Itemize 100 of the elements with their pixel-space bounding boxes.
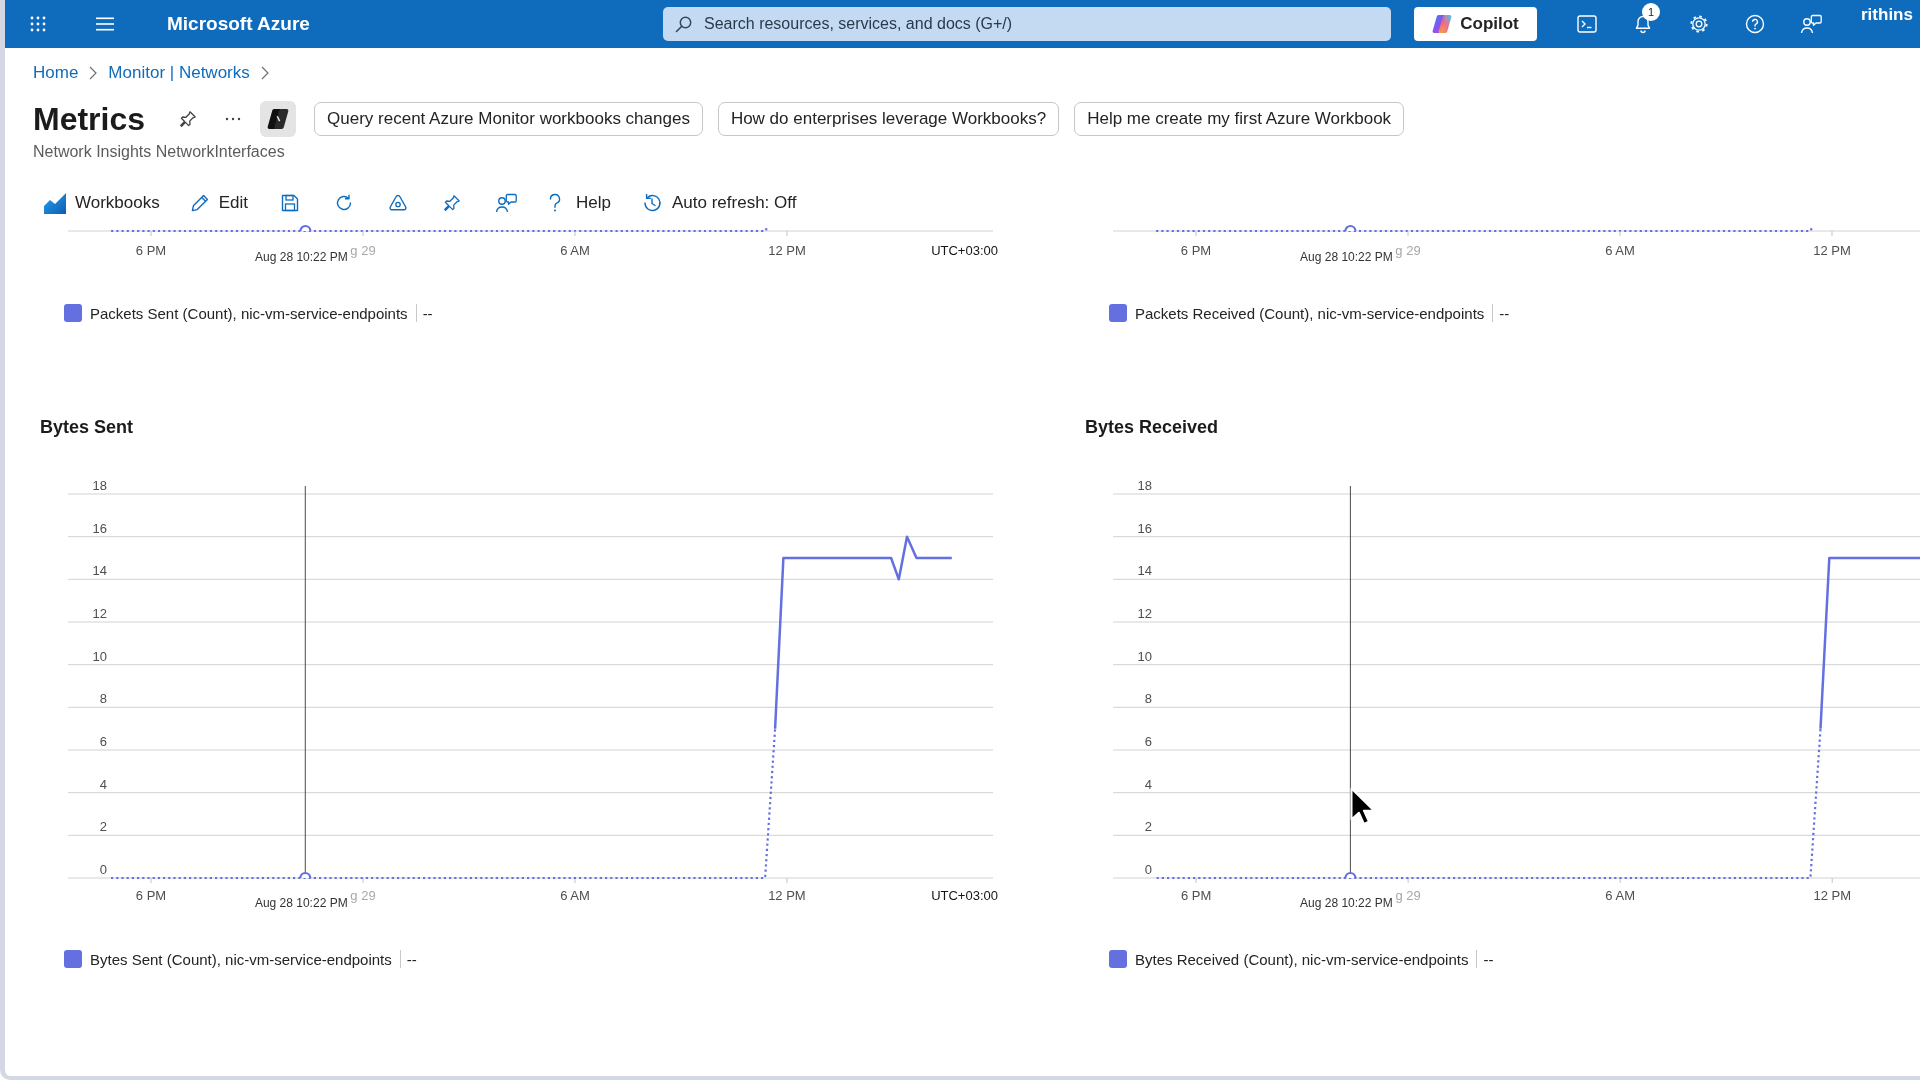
axis-label: 4: [99, 776, 107, 792]
ellipsis-icon: [225, 117, 242, 121]
notifications-button[interactable]: 1: [1623, 4, 1663, 44]
timezone-label: UTC+03:00: [931, 243, 998, 258]
breadcrumb-link[interactable]: Monitor | Networks: [108, 63, 250, 83]
workbooks-button[interactable]: Workbooks: [34, 183, 170, 223]
axis-label: 16: [92, 520, 107, 536]
legend-value: --: [1499, 304, 1510, 322]
assistant-button[interactable]: [260, 101, 297, 137]
axis-label: 0: [99, 862, 107, 877]
chevron-right-icon: [260, 66, 269, 80]
person-chat-icon: [1800, 14, 1822, 34]
dots-grid-icon: [30, 16, 46, 32]
axis-label: 6 AM: [1605, 888, 1635, 903]
search-field[interactable]: Search resources, services, and docs (G+/): [663, 7, 1391, 41]
axis-label: 10: [92, 648, 107, 664]
axis-label: 6: [1144, 734, 1152, 749]
axis-label: 12 PM: [1813, 243, 1851, 258]
axis-label: 18: [1137, 478, 1152, 493]
swirl-logo-icon: [1432, 14, 1453, 34]
copilot-button[interactable]: Copilot: [1414, 7, 1537, 41]
help-button[interactable]: Help: [538, 183, 621, 223]
marker-icon: [299, 871, 312, 880]
axis-label: g 29: [350, 243, 376, 258]
person-chat-icon: [495, 193, 517, 213]
bell-icon: [1633, 14, 1653, 34]
menu-icon: [96, 17, 114, 31]
legend-swatch-icon: [64, 304, 82, 322]
timezone-label: UTC+03:00: [931, 888, 998, 903]
axis-label: 18: [92, 478, 107, 493]
pin-icon: [179, 110, 198, 128]
help-icon: [1745, 14, 1765, 34]
suggestion-chip[interactable]: How do enterprises leverage Workbooks?: [717, 102, 1060, 136]
legend-swatch-icon: [1109, 304, 1127, 322]
chevron-right-icon: [89, 66, 98, 80]
axis-label: g 29: [1395, 243, 1421, 258]
legend-swatch-icon: [1109, 950, 1127, 968]
legend-swatch-icon: [64, 950, 82, 968]
account-name[interactable]: rithins: [1861, 5, 1913, 25]
axis-label: 6 PM: [135, 243, 167, 258]
rounded-triangle-icon: [387, 193, 409, 213]
axis-label: 12: [92, 606, 107, 621]
refresh-icon: [334, 193, 354, 213]
legend-value: --: [422, 304, 433, 322]
legend-label: Bytes Received (Count), nic-vm-service-endpoints: [1135, 950, 1469, 968]
notification-badge: 1: [1642, 3, 1660, 21]
crosshair-label: Aug 28 10:22 PM: [1300, 250, 1393, 264]
auto-refresh-button[interactable]: Auto refresh: Off: [631, 183, 807, 223]
axis-label: 14: [92, 563, 107, 579]
axis-label: 10: [1137, 648, 1152, 664]
axis-label: 12 PM: [768, 243, 806, 258]
axis-label: 6 PM: [1180, 243, 1212, 258]
axis-label: 2: [1144, 819, 1152, 835]
chart-title: Bytes Received: [1085, 416, 1220, 438]
terminal-icon: [1577, 15, 1597, 33]
page-subtitle: Network Insights NetworkInterfaces: [33, 143, 286, 161]
axis-label: g 29: [350, 888, 376, 903]
axis-label: 16: [1137, 520, 1152, 536]
axis-label: 2: [99, 819, 107, 835]
swirl-logo-icon: [267, 108, 290, 130]
axis-label: 8: [99, 691, 107, 707]
legend-value: --: [1483, 950, 1494, 968]
search-icon: [675, 15, 692, 33]
axis-label: 12 PM: [768, 888, 806, 903]
marker-icon: [1344, 871, 1357, 880]
legend-label: Packets Sent (Count), nic-vm-service-endpoints: [90, 304, 408, 322]
crosshair-label: Aug 28 10:22 PM: [1300, 896, 1393, 910]
crosshair-label: Aug 28 10:22 PM: [254, 896, 348, 910]
axis-label: 8: [1144, 691, 1152, 707]
axis-label: 6 AM: [1605, 243, 1635, 258]
axis-label: 12 PM: [1813, 888, 1851, 903]
axis-label: 0: [1144, 862, 1152, 877]
suggestion-chip[interactable]: Help me create my first Azure Workbook: [1074, 102, 1405, 136]
marker-icon: [1344, 224, 1357, 233]
axis-label: 12: [1137, 606, 1152, 621]
legend-label: Bytes Sent (Count), nic-vm-service-endpoints: [90, 950, 392, 968]
chart-title: Bytes Sent: [40, 416, 135, 438]
axis-label: 6 AM: [560, 243, 590, 258]
axis-label: 6 PM: [135, 888, 167, 903]
area-chart-icon: [44, 192, 66, 214]
axis-label: 14: [1137, 563, 1152, 579]
legend-label: Packets Received (Count), nic-vm-service-endpoints: [1135, 304, 1485, 322]
settings-icon: [1689, 14, 1709, 34]
axis-label: 4: [1144, 776, 1152, 792]
brand-name[interactable]: Microsoft Azure: [167, 13, 310, 35]
breadcrumb-link[interactable]: Home: [33, 63, 79, 83]
crosshair-label: Aug 28 10:22 PM: [255, 250, 348, 264]
question-mark-icon: [548, 193, 562, 213]
axis-label: g 29: [1395, 888, 1421, 903]
legend-value: --: [406, 950, 417, 968]
marker-icon: [299, 224, 312, 233]
edit-button[interactable]: Edit: [179, 183, 258, 223]
clock-arrow-icon: [641, 192, 663, 214]
axis-label: 6 AM: [560, 888, 590, 903]
page-title: Metrics: [33, 100, 146, 139]
axis-label: 6: [99, 734, 107, 749]
axis-label: 6 PM: [1180, 888, 1212, 903]
pencil-icon: [189, 193, 210, 213]
pin-icon: [443, 194, 461, 212]
suggestion-chip[interactable]: Query recent Azure Monitor workbooks changes: [314, 102, 703, 136]
